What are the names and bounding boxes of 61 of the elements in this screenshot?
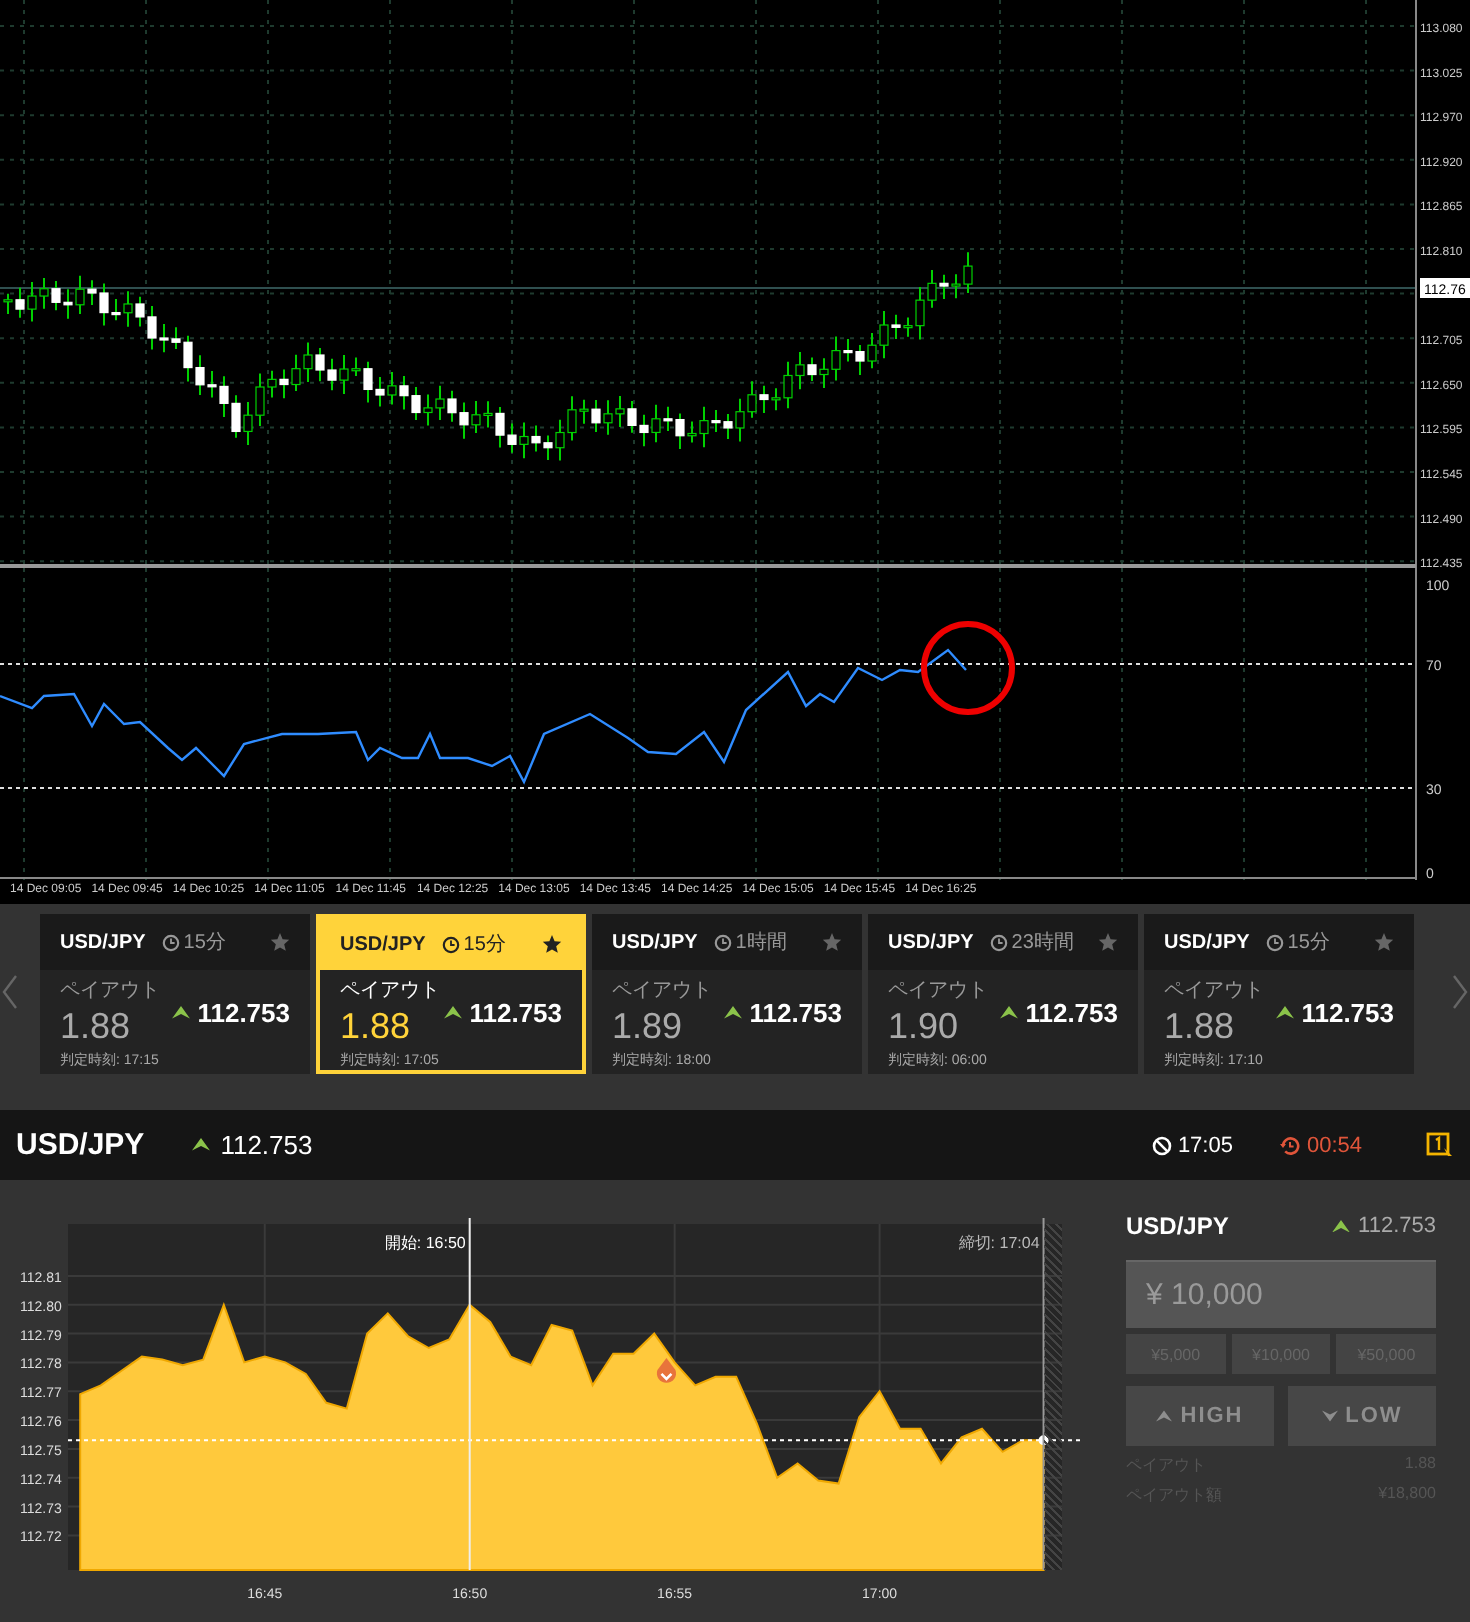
- card-duration: 15分: [183, 930, 226, 956]
- current-price-dot: [1038, 1435, 1049, 1446]
- up-arrow-icon: [1275, 1006, 1294, 1020]
- history-icon: [1280, 1135, 1301, 1155]
- asset-title: USD/JPY: [16, 1128, 145, 1162]
- payout-label: ペイアウト: [612, 978, 712, 1004]
- payout-label: ペイアウト: [1164, 978, 1264, 1004]
- entry-marker-icon: [656, 1357, 677, 1383]
- clock-icon: [713, 933, 732, 951]
- prohibited-icon: [1151, 1135, 1172, 1155]
- chevron-right-icon[interactable]: [1450, 974, 1470, 1010]
- asset-price: 112.753: [220, 1130, 313, 1160]
- panel-price: 112.753: [1358, 1214, 1436, 1238]
- star-icon[interactable]: [822, 932, 842, 952]
- star-icon[interactable]: [1098, 932, 1118, 952]
- chevron-left-icon[interactable]: [0, 974, 20, 1010]
- payout-value: 1.90: [888, 1004, 961, 1048]
- card-price: 112.753: [749, 998, 842, 1028]
- card-pair: USD/JPY: [340, 933, 426, 955]
- card-pair: USD/JPY: [612, 931, 698, 953]
- card-pair: USD/JPY: [888, 931, 974, 953]
- countdown-time: 00:54: [1306, 1133, 1362, 1157]
- star-icon[interactable]: [1374, 932, 1394, 952]
- clock-icon: [989, 933, 1008, 951]
- up-arrow-icon: [171, 1006, 190, 1020]
- card-duration: 1時間: [735, 929, 787, 956]
- payout-label: ペイアウト: [340, 978, 440, 1004]
- time-marker-label: 開始: 16:50: [384, 1234, 466, 1252]
- amount-input[interactable]: ¥ 10,000: [1126, 1260, 1436, 1328]
- highlight-circle: [921, 621, 1015, 715]
- up-arrow-icon: [723, 1006, 742, 1020]
- card-price: 112.753: [469, 998, 562, 1028]
- down-arrow-icon: [1321, 1410, 1338, 1422]
- card-pair: USD/JPY: [60, 931, 146, 953]
- clock-icon: [1265, 933, 1284, 951]
- up-arrow-icon: [443, 1006, 462, 1020]
- up-arrow-icon: [1332, 1219, 1351, 1233]
- card-price: 112.753: [197, 998, 290, 1028]
- payout-value: 1.89: [612, 1004, 685, 1048]
- up-arrow-icon: [999, 1006, 1018, 1020]
- card-pair: USD/JPY: [1164, 931, 1250, 953]
- up-arrow-icon: [1156, 1410, 1173, 1422]
- clock-icon: [161, 933, 180, 951]
- card-price: 112.753: [1301, 998, 1394, 1028]
- clock-icon: [441, 935, 460, 953]
- payout-label: ペイアウト: [60, 978, 160, 1004]
- one-click-icon[interactable]: [1426, 1131, 1454, 1159]
- time-marker-label: 締切: 17:04: [958, 1234, 1040, 1252]
- panel-title: USD/JPY: [1126, 1212, 1229, 1240]
- star-icon[interactable]: [542, 934, 562, 954]
- card-duration: 15分: [1287, 930, 1330, 956]
- star-icon[interactable]: [270, 932, 290, 952]
- payout-value: 1.88: [60, 1004, 133, 1048]
- card-price: 112.753: [1025, 998, 1118, 1028]
- card-duration: 15分: [463, 932, 506, 958]
- up-arrow-icon: [192, 1138, 211, 1152]
- payout-label: ペイアウト: [888, 978, 988, 1004]
- close-time: 17:05: [1177, 1133, 1233, 1157]
- card-duration: 23時間: [1011, 929, 1074, 956]
- payout-value: 1.88: [1164, 1004, 1237, 1048]
- payout-value: 1.88: [340, 1004, 413, 1048]
